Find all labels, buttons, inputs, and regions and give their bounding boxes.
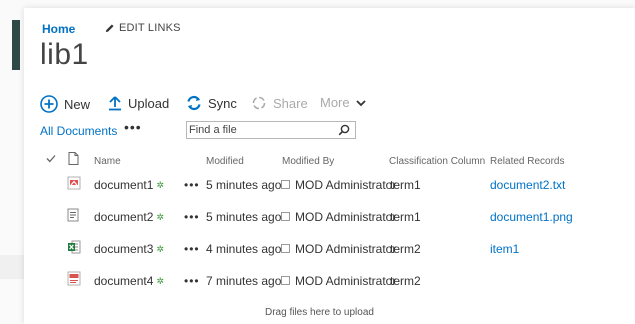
new-item-icon: ✲ — [156, 276, 164, 286]
presence-icon — [281, 212, 290, 221]
column-header-name[interactable]: Name — [94, 156, 121, 167]
share-icon — [252, 96, 266, 110]
column-header-modified-by[interactable]: Modified By — [282, 156, 334, 167]
pencil-icon — [105, 23, 114, 32]
sync-button[interactable]: Sync — [186, 95, 237, 111]
new-item-icon: ✲ — [156, 180, 164, 190]
row-options-button[interactable]: ••• — [184, 210, 200, 224]
presence-icon — [281, 276, 290, 285]
left-strip — [0, 255, 24, 279]
plus-circle-icon — [40, 95, 58, 113]
modified-by[interactable]: MOD Administrator — [281, 242, 396, 256]
new-label: New — [64, 96, 91, 112]
page-title: lib1 — [40, 38, 89, 71]
text-file-icon — [67, 208, 79, 222]
modified-by[interactable]: MOD Administrator — [281, 210, 396, 224]
edit-links-button[interactable]: EDIT LINKS — [104, 22, 181, 34]
presence-icon — [281, 244, 290, 253]
file-name: document1 — [94, 178, 154, 192]
excel-file-icon — [68, 240, 81, 254]
new-button[interactable]: New — [40, 95, 90, 113]
classification-value: term2 — [390, 242, 421, 256]
related-record-link[interactable]: document2.txt — [490, 178, 565, 192]
file-type-header-icon[interactable] — [68, 152, 79, 165]
modified-by-name: MOD Administrator — [295, 242, 397, 256]
sync-icon — [187, 95, 201, 111]
row-options-button[interactable]: ••• — [184, 178, 200, 192]
more-label: More — [320, 95, 350, 110]
file-name-link[interactable]: document3 ✲ — [94, 242, 164, 256]
search-input[interactable] — [189, 122, 329, 138]
classification-value: term1 — [390, 178, 421, 192]
new-item-icon: ✲ — [156, 212, 164, 222]
search-box[interactable] — [186, 121, 356, 139]
site-logo-bar — [12, 20, 20, 70]
row-options-button[interactable]: ••• — [184, 274, 200, 288]
file-name-link[interactable]: document2 ✲ — [94, 210, 164, 224]
share-button[interactable]: Share — [251, 95, 308, 111]
presence-icon — [281, 180, 290, 189]
modified-by-name: MOD Administrator — [295, 274, 397, 288]
file-name-link[interactable]: document1 ✲ — [94, 178, 164, 192]
file-name: document2 — [94, 210, 154, 224]
upload-icon — [109, 96, 121, 111]
modified-time: 5 minutes ago — [206, 178, 282, 192]
column-header-modified[interactable]: Modified — [206, 156, 244, 167]
view-all-documents[interactable]: All Documents — [40, 124, 117, 138]
file-name-link[interactable]: document4 ✲ — [94, 274, 164, 288]
modified-by-name: MOD Administrator — [295, 210, 397, 224]
upload-button[interactable]: Upload — [108, 95, 169, 111]
drag-files-hint[interactable]: Drag files here to upload — [265, 307, 374, 318]
related-record-link[interactable]: item1 — [490, 242, 519, 256]
row-options-button[interactable]: ••• — [184, 242, 200, 256]
new-item-icon: ✲ — [156, 244, 164, 254]
home-link[interactable]: Home — [42, 22, 75, 36]
modified-time: 4 minutes ago — [206, 242, 282, 256]
edit-links-label: EDIT LINKS — [119, 22, 181, 34]
column-header-classification[interactable]: Classification Column — [389, 156, 485, 167]
modified-time: 7 minutes ago — [206, 274, 282, 288]
select-all-checkmark-icon[interactable] — [46, 154, 56, 163]
view-options-button[interactable]: ••• — [124, 119, 142, 135]
file-name: document4 — [94, 274, 154, 288]
search-icon[interactable] — [338, 124, 350, 136]
pdf-file-icon — [67, 176, 81, 190]
more-button[interactable]: More — [320, 95, 366, 110]
classification-value: term2 — [390, 274, 421, 288]
file-name: document3 — [94, 242, 154, 256]
modified-time: 5 minutes ago — [206, 210, 282, 224]
upload-label: Upload — [128, 95, 170, 111]
image-file-icon — [67, 271, 81, 286]
related-record-link[interactable]: document1.png — [490, 210, 573, 224]
modified-by-name: MOD Administrator — [295, 178, 397, 192]
modified-by[interactable]: MOD Administrator — [281, 178, 396, 192]
modified-by[interactable]: MOD Administrator — [281, 274, 396, 288]
classification-value: term1 — [390, 210, 421, 224]
share-label: Share — [273, 95, 308, 111]
chevron-down-icon — [355, 99, 366, 106]
column-header-related-records[interactable]: Related Records — [490, 156, 564, 167]
sync-label: Sync — [208, 95, 237, 111]
